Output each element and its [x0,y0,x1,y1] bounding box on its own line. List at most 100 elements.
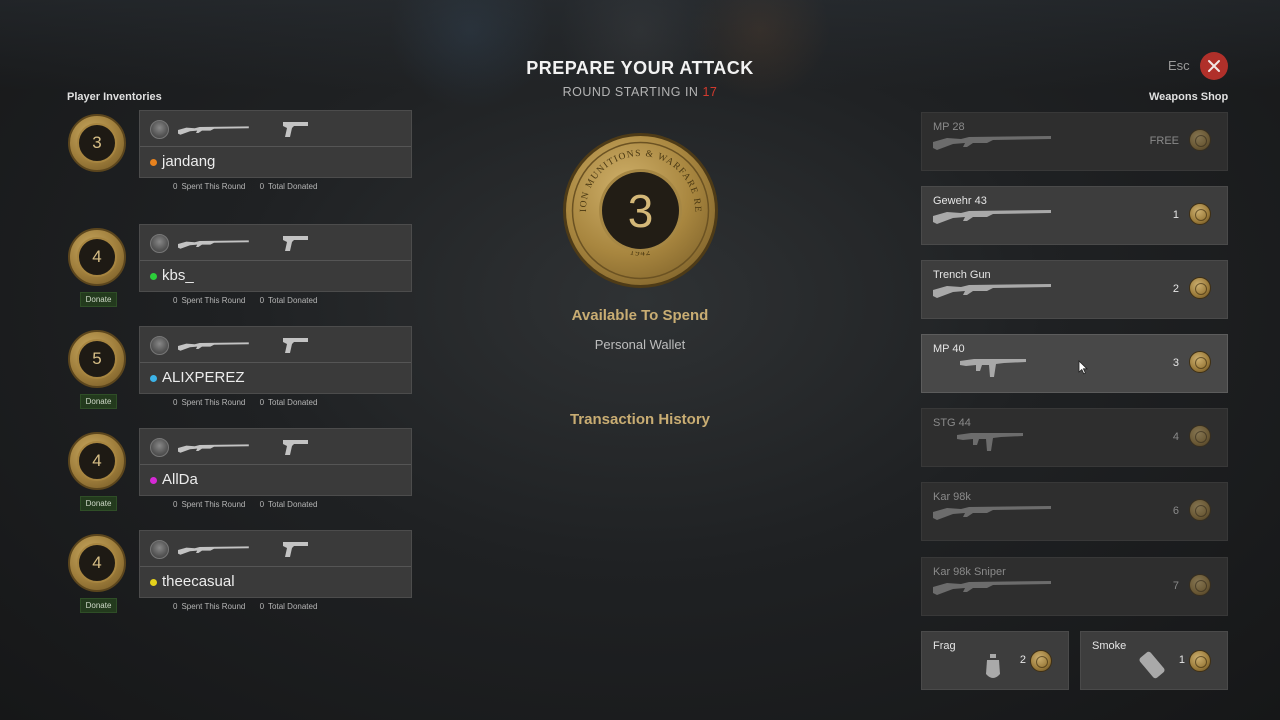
round-countdown: 17 [702,85,718,99]
player-name: kbs_ [162,267,194,284]
spent-label: Spent This Round [181,500,246,509]
weapon-card[interactable]: Trench Gun 2 [921,260,1228,319]
player-stats: 0 Spent This Round 0 Total Donated [173,398,321,407]
rifle-icon [933,207,1053,229]
player-loadout [140,225,411,261]
weapons-shop-title: Weapons Shop [1149,91,1229,103]
weapon-price: 3 [1172,357,1179,369]
equipment-name: Smoke [1092,640,1127,652]
player-name: AllDa [162,471,198,488]
pistol-icon [282,120,310,142]
coin-icon [1030,650,1052,672]
avatar [150,438,169,457]
player-color-dot [150,159,157,166]
player-coin-icon: 4 [68,432,126,490]
player-card[interactable]: jandang [139,110,412,178]
donated-label: Total Donated [268,182,318,191]
wallet-coin: BATTALION MUNITIONS & WARFARE RESERVES 1… [563,133,718,288]
donated-label: Total Donated [268,602,318,611]
grenade-icon [984,654,1002,686]
player-coin-icon: 4 [68,228,126,286]
sniper-rifle-icon [933,578,1053,600]
player-coin-count: 4 [77,441,117,481]
equipment-name: Frag [933,640,956,652]
donated-value: 0 [259,398,265,407]
weapon-card[interactable]: Kar 98k Sniper 7 [921,557,1228,616]
donate-button[interactable]: Donate [80,598,117,613]
player-color-dot [150,579,157,586]
player-card[interactable]: theecasual [139,530,412,598]
player-loadout [140,429,411,465]
round-timer-label: ROUND STARTING IN [562,85,699,99]
inventories-title: Player Inventories [67,91,162,103]
player-name: jandang [162,153,216,170]
coin-icon [1189,425,1211,447]
player-color-dot [150,375,157,382]
weapon-card[interactable]: MP 40 3 [921,334,1228,393]
donate-button[interactable]: Donate [80,292,117,307]
close-icon [1208,60,1220,72]
donated-label: Total Donated [268,398,318,407]
coin-icon [1189,277,1211,299]
weapon-name: MP 28 [933,121,965,133]
donated-value: 0 [259,296,265,305]
weapon-name: Kar 98k [933,491,971,503]
mouse-cursor-icon [1078,360,1088,375]
player-name: ALIXPEREZ [162,369,245,386]
weapon-card[interactable]: Kar 98k 6 [921,482,1228,541]
equipment-card[interactable]: Frag 2 [921,631,1069,690]
shotgun-icon [933,281,1053,303]
equipment-price: 1 [1178,654,1185,666]
player-color-dot [150,477,157,484]
weapon-price: 1 [1172,209,1179,221]
player-loadout [140,111,411,147]
close-button[interactable] [1200,52,1228,80]
weapon-card[interactable]: Gewehr 43 1 [921,186,1228,245]
coin-icon [1189,650,1211,672]
player-row: 4 Donate AllDa 0 Spent This Round 0 Total … [66,428,412,518]
equipment-card[interactable]: Smoke 1 [1080,631,1228,690]
spent-value: 0 [173,296,178,305]
weapon-card[interactable]: STG 44 4 [921,408,1228,467]
weapon-price: FREE [1149,135,1179,147]
weapon-card[interactable]: MP 28 FREE [921,112,1228,171]
player-coin-count: 3 [77,123,117,163]
donated-value: 0 [259,182,265,191]
smoke-grenade-icon [1137,650,1171,684]
player-stats: 0 Spent This Round 0 Total Donated [173,296,321,305]
player-loadout [140,531,411,567]
equipment-price: 2 [1019,654,1026,666]
weapon-price: 4 [1172,431,1179,443]
primary-weapon-icon [178,439,250,461]
wallet-coin-value: 3 [599,169,682,252]
page-title: PREPARE YOUR ATTACK [526,58,754,78]
coin-icon [1189,574,1211,596]
player-coin-icon: 4 [68,534,126,592]
player-card[interactable]: AllDa [139,428,412,496]
coin-icon [1189,499,1211,521]
spent-label: Spent This Round [181,398,246,407]
donate-button[interactable]: Donate [80,496,117,511]
primary-weapon-icon [178,121,250,143]
round-timer: ROUND STARTING IN 17 [0,85,1280,99]
player-coin-count: 4 [77,543,117,583]
pistol-icon [282,438,310,460]
donate-button[interactable]: Donate [80,394,117,409]
spent-label: Spent This Round [181,296,246,305]
rifle-icon [933,503,1053,525]
smg-icon [960,353,1030,383]
weapon-price: 2 [1172,283,1179,295]
player-row: 4 Donate theecasual 0 Spent This Round 0T… [66,530,412,620]
pistol-icon [282,540,310,562]
coin-icon [1189,351,1211,373]
esc-hint: Esc [1168,58,1190,73]
donated-label: Total Donated [268,296,318,305]
weapon-price: 7 [1172,580,1179,592]
player-stats: 0 Spent This Round 0 Total Donated [173,500,321,509]
spent-value: 0 [173,500,178,509]
spent-value: 0 [173,182,178,191]
weapon-price: 6 [1172,505,1179,517]
primary-weapon-icon [178,541,250,563]
smg-icon [933,133,1053,155]
player-card[interactable]: kbs_ [139,224,412,292]
